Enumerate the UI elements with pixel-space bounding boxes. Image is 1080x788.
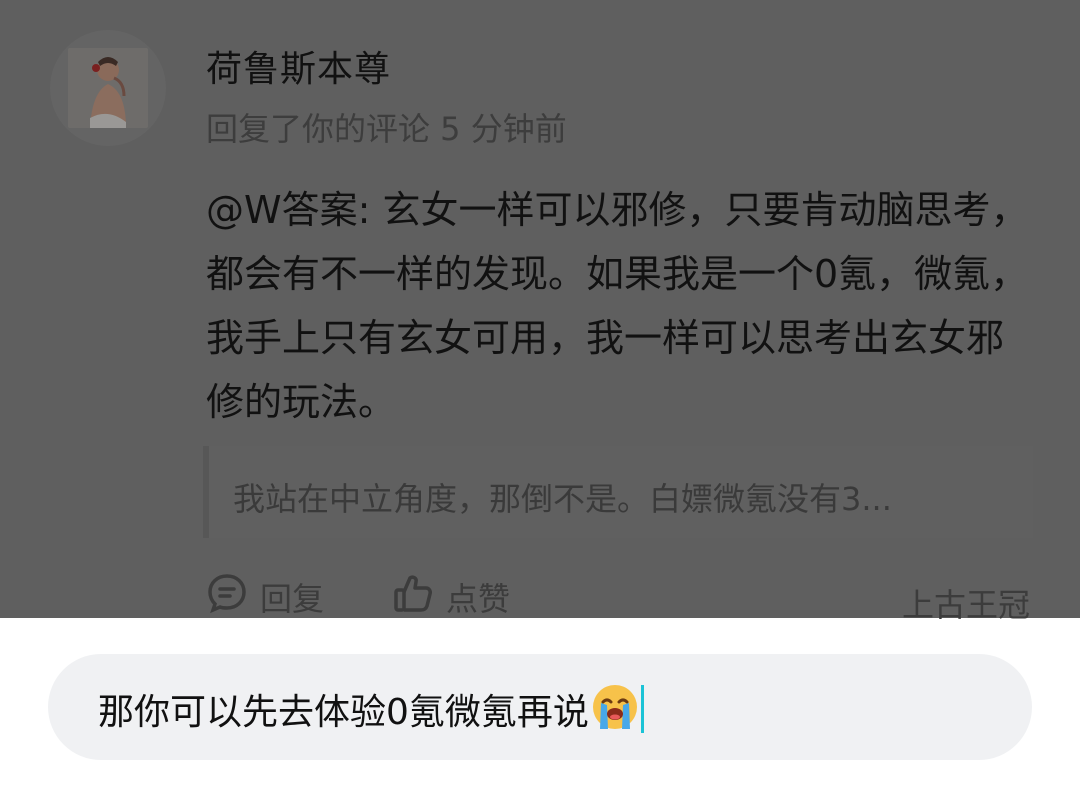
comment-body: @W答案: 玄女一样可以邪修，只要肯动脑思考，都会有不一样的发现。如果我是一个0… [206, 188, 1029, 424]
reply-label: 回复 [260, 580, 325, 618]
quoted-comment[interactable]: 我站在中立角度，那倒不是。白嫖微氪没有3... [203, 446, 1033, 538]
reply-button[interactable]: 回复 [206, 572, 324, 622]
dimmed-comment-panel: 荷鲁斯本尊 回复了你的评论 5 分钟前 @W答案: 玄女一样可以邪修，只要肯动脑… [0, 0, 1080, 624]
comment-meta: 回复了你的评论 5 分钟前 [206, 110, 567, 148]
reply-input[interactable]: 那你可以先去体验0氪微氪再说 [48, 654, 1032, 760]
comment-username[interactable]: 荷鲁斯本尊 [206, 40, 391, 92]
avatar-image [68, 48, 148, 128]
like-button[interactable]: 点赞 [392, 572, 510, 622]
loudly-crying-face-emoji-icon [591, 683, 639, 735]
text-caret [640, 685, 644, 733]
avatar[interactable] [50, 30, 166, 146]
crown-badge: 上古王冠 [901, 586, 1030, 624]
quoted-comment-text: 我站在中立角度，那倒不是。白嫖微氪没有3... [233, 480, 892, 518]
comment-actions: 回复 点赞 上古王冠 [206, 572, 1036, 624]
comment-bubble-icon [206, 572, 260, 622]
like-label: 点赞 [446, 580, 511, 618]
reply-input-text: 那你可以先去体验0氪微氪再说 [98, 692, 589, 733]
thumbs-up-icon [392, 572, 446, 622]
